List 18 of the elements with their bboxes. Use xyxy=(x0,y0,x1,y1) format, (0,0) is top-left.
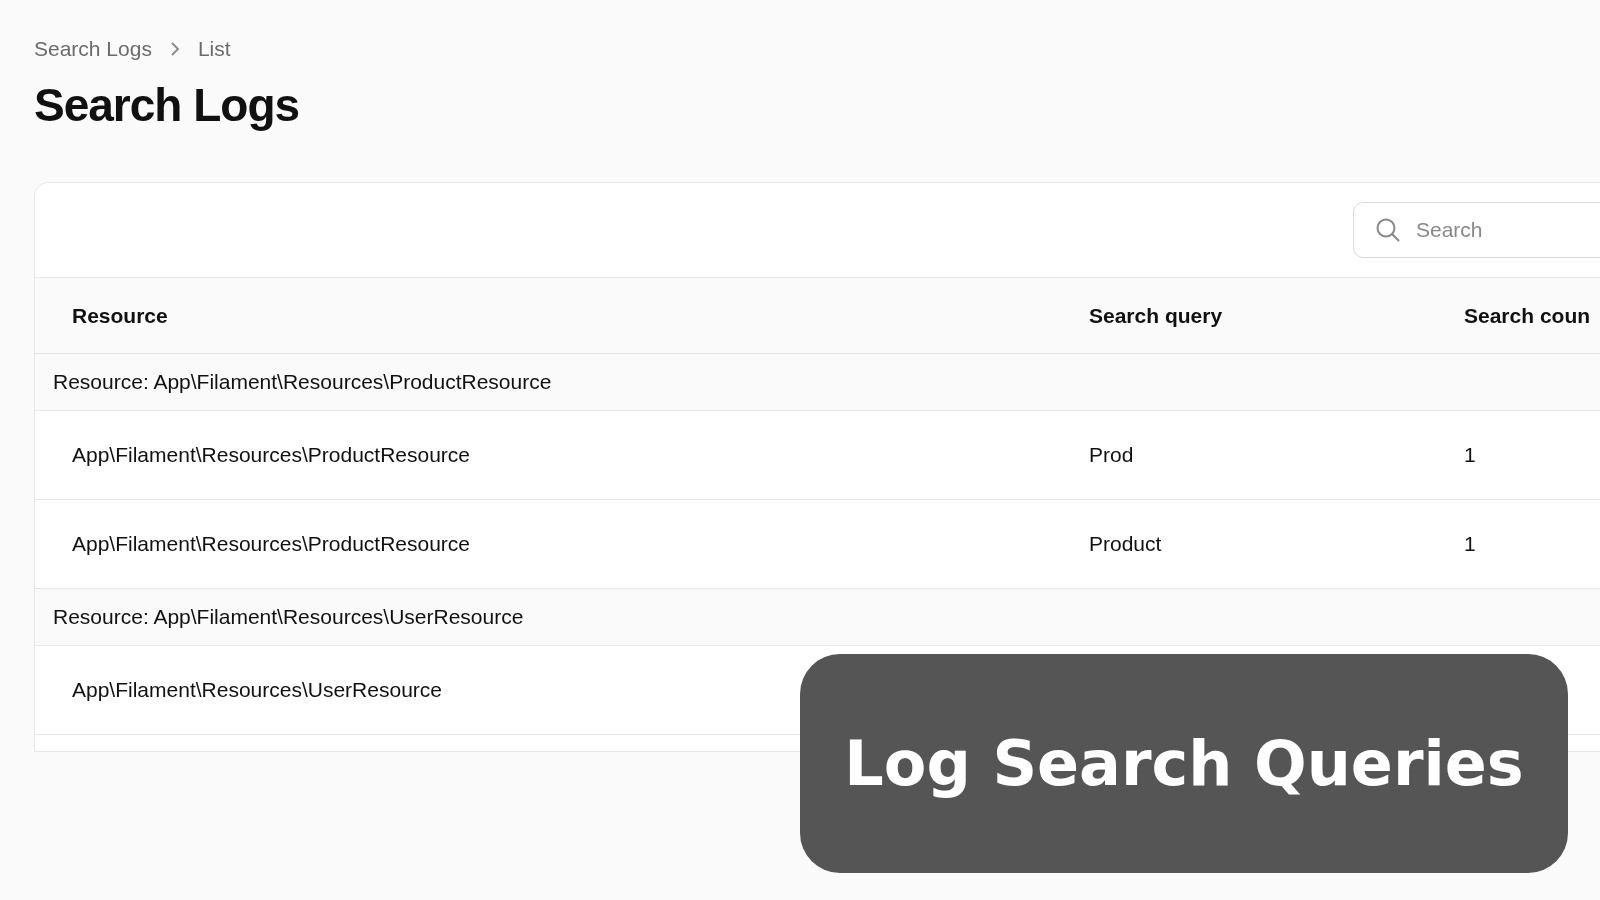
table-cell-text: App\Filament\Resources\UserResource xyxy=(72,678,443,702)
table-cell-text: App\Filament\Resources\ProductResource xyxy=(72,443,471,467)
table-cell-text: 1 xyxy=(1464,443,1477,467)
breadcrumb-link[interactable]: List xyxy=(197,37,231,61)
column-header[interactable]: Search coun xyxy=(1464,303,1600,328)
table-cell-text: App\Filament\Resources\ProductResource xyxy=(72,532,471,556)
chevron-right-icon xyxy=(169,41,180,57)
table-cell-text: 1 xyxy=(1464,532,1477,556)
table-cell-text: Prod xyxy=(1089,443,1135,467)
search-field[interactable]: Search xyxy=(1353,202,1600,258)
page-title: Search Logs xyxy=(34,78,301,132)
column-header[interactable]: Search query xyxy=(1089,303,1464,328)
breadcrumb-link[interactable]: Search Logs xyxy=(34,37,152,61)
table-cell-text: Product xyxy=(1089,532,1163,556)
title-banner: Log Search Queries xyxy=(800,654,1568,873)
group-heading: Resource: App\Filament\Resources\ProductResource xyxy=(53,370,552,394)
column-header[interactable]: Resource xyxy=(72,303,1089,328)
group-heading: Resource: App\Filament\Resources\UserResource xyxy=(53,605,524,629)
